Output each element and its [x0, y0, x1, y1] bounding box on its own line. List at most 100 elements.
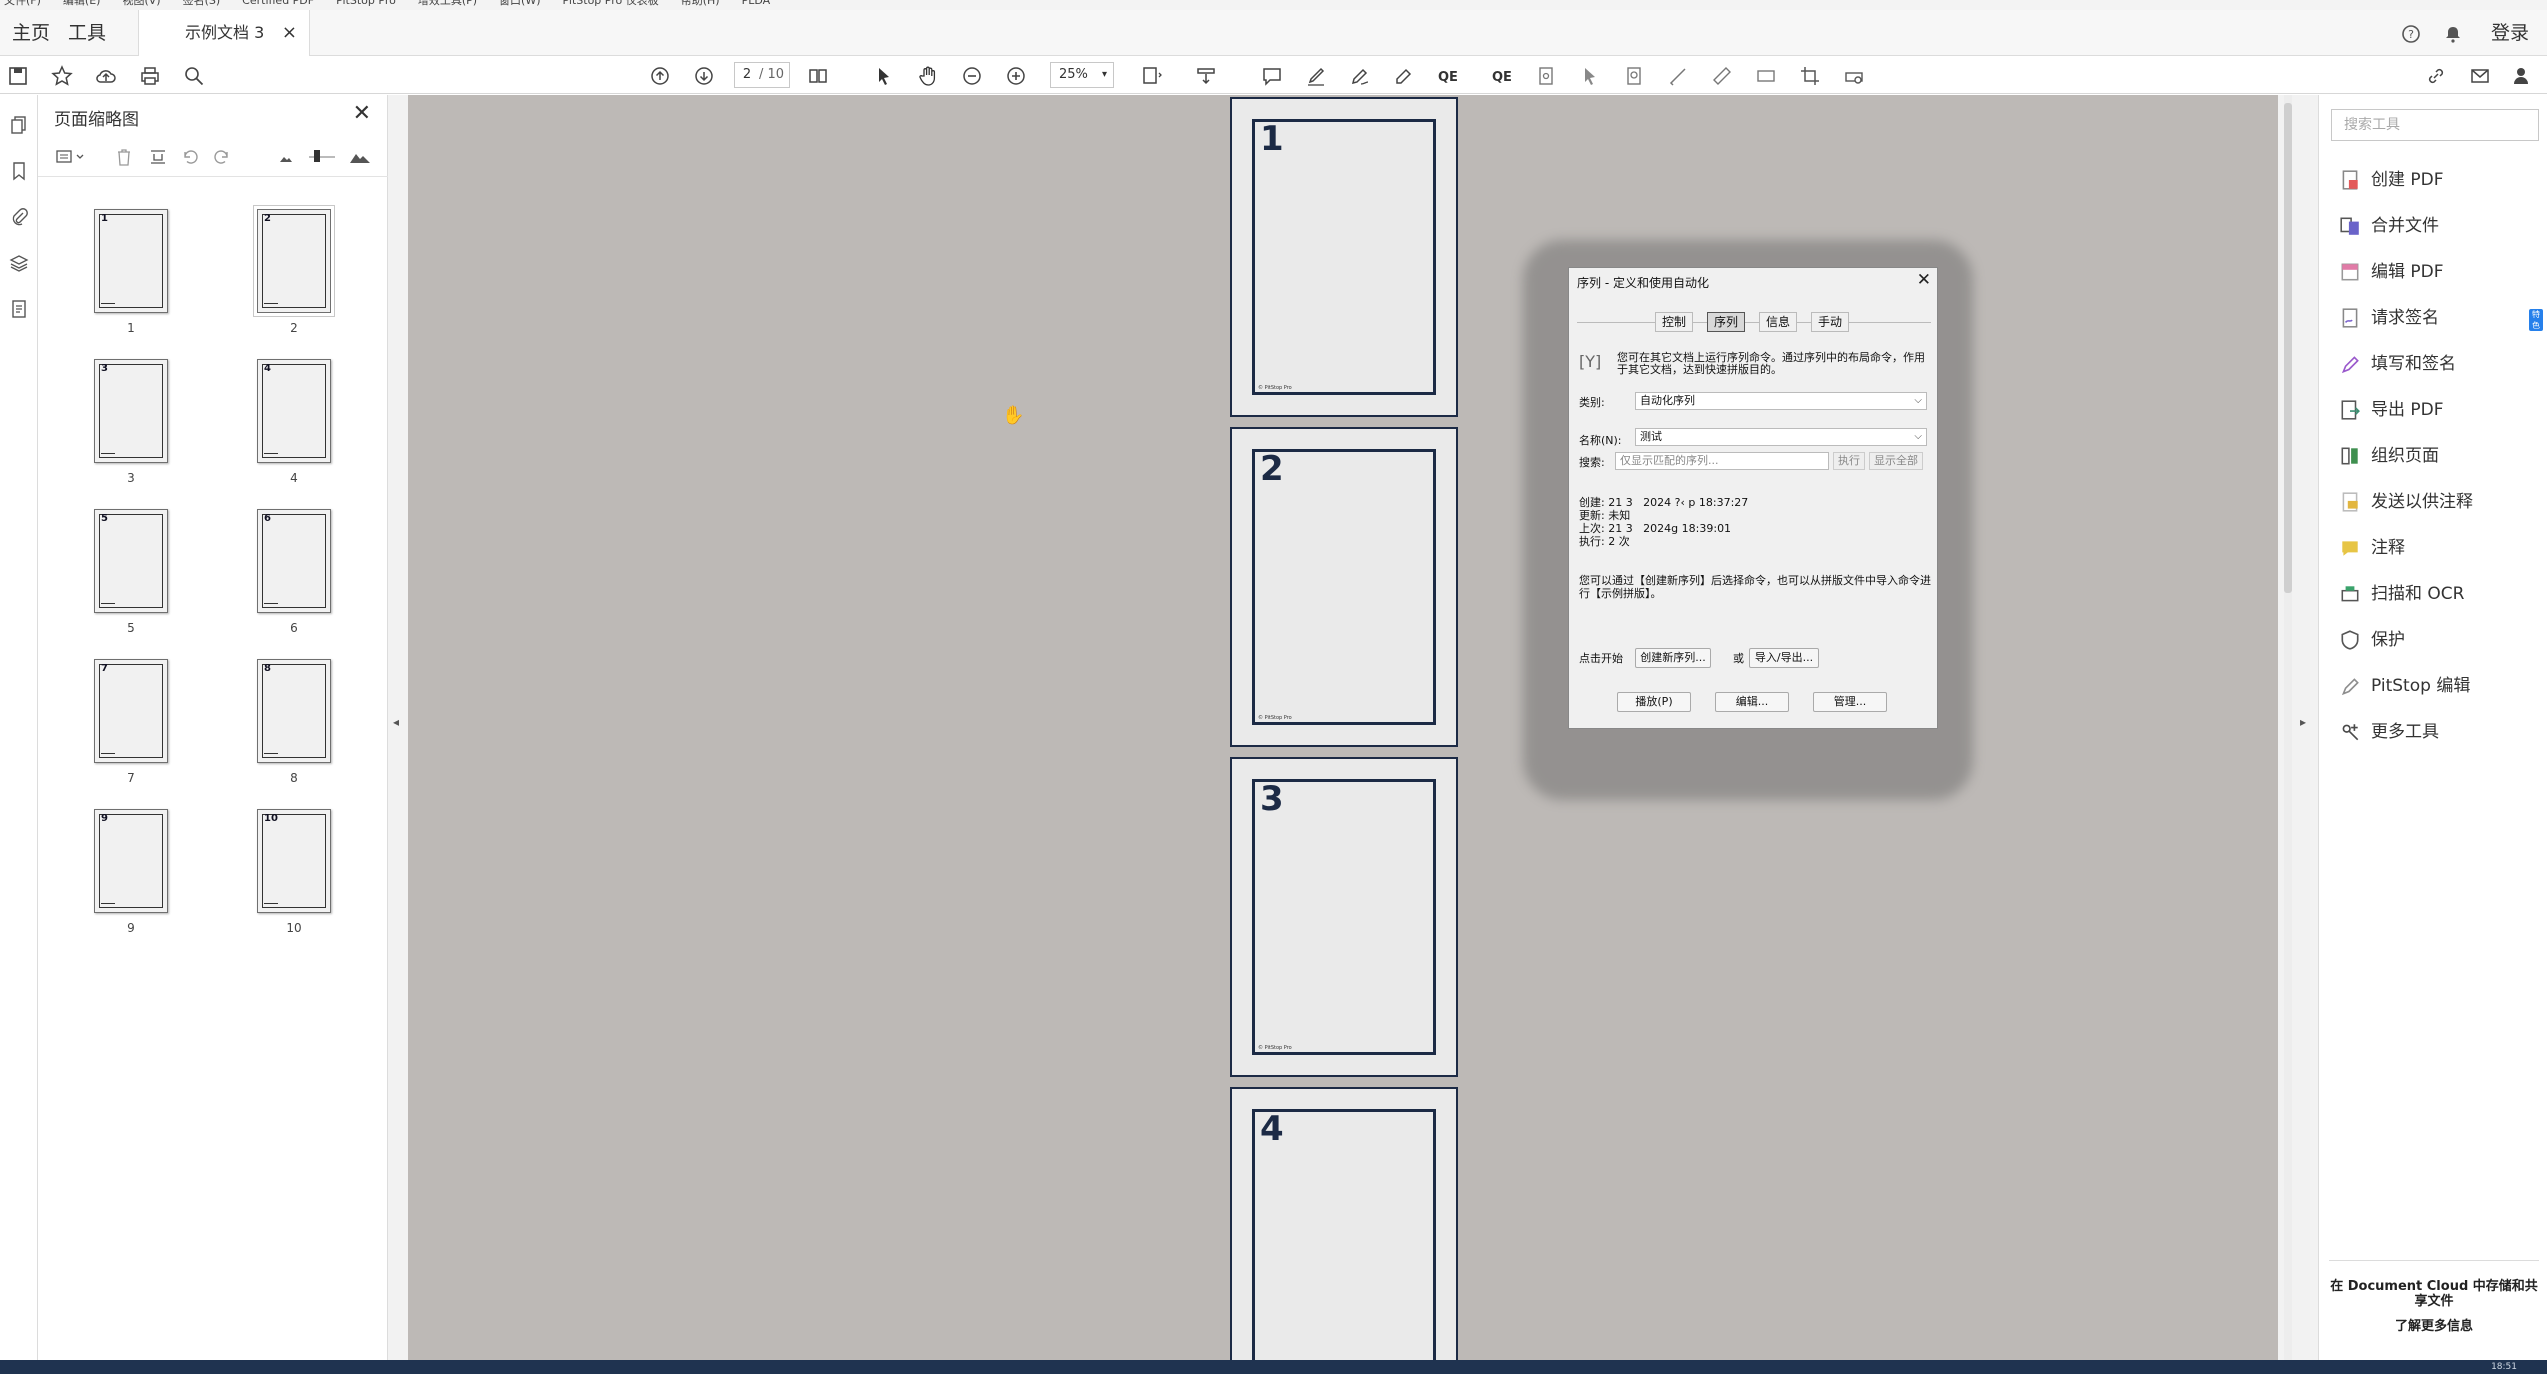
left-panel-collapse-handle[interactable]: ◂ [388, 95, 408, 1360]
right-panel-collapse-handle[interactable]: ▸ [2278, 95, 2318, 1360]
crop-page-icon[interactable] [1798, 64, 1822, 88]
delete-page-icon[interactable] [112, 145, 136, 169]
tool-fill-sign[interactable]: 填写和签名 [2339, 349, 2539, 379]
ruler-icon[interactable] [1710, 64, 1734, 88]
rotate-right-icon[interactable] [210, 145, 234, 169]
bookmark-icon[interactable] [7, 159, 31, 183]
knife-tool-icon[interactable] [1666, 64, 1690, 88]
run-button[interactable]: 执行 [1833, 452, 1865, 470]
login-link[interactable]: 登录 [2491, 10, 2529, 56]
rotate-left-icon[interactable] [178, 145, 202, 169]
highlight-pen-icon[interactable] [1304, 64, 1328, 88]
page-thumbnail[interactable]: 66 [257, 509, 331, 635]
page-thumbnails-icon[interactable] [7, 113, 31, 137]
tab-home[interactable]: 主页 [12, 10, 50, 56]
tool-create-pdf[interactable]: 创建 PDF [2339, 165, 2539, 195]
layers-icon[interactable] [7, 251, 31, 275]
zoom-in-icon[interactable] [1004, 64, 1028, 88]
document-page[interactable]: 3 © PitStop Pro [1230, 757, 1458, 1077]
zoom-out-icon[interactable] [960, 64, 984, 88]
menu-item[interactable]: PitStop Pro 仪表板 [563, 0, 659, 10]
bell-icon[interactable] [2442, 23, 2464, 45]
hand-tool-icon[interactable] [916, 64, 940, 88]
share-link-icon[interactable] [2424, 64, 2448, 88]
dialog-tab-sequence[interactable]: 序列 [1707, 312, 1746, 332]
comment-icon[interactable] [1260, 64, 1284, 88]
tool-scan-ocr[interactable]: 扫描和 OCR [2339, 579, 2539, 609]
page-thumbnail[interactable]: 99 [94, 809, 168, 935]
scroll-mode-icon[interactable] [1194, 64, 1218, 88]
rectangle-tool-icon[interactable] [1754, 64, 1778, 88]
document-canvas[interactable]: 1 © PitStop Pro 2 © PitStop Pro 3 © PitStop P… [408, 95, 2278, 1360]
document-page[interactable]: 4© PitStop Pro [1230, 1087, 1458, 1360]
manage-button[interactable]: 管理... [1813, 692, 1887, 712]
menu-item[interactable]: PLDA [742, 0, 771, 10]
tool-organize-pages[interactable]: 组织页面 [2339, 441, 2539, 471]
menu-item[interactable]: 窗口(W) [499, 0, 540, 10]
share-user-icon[interactable] [2510, 64, 2534, 88]
menu-item[interactable]: 编辑(E) [63, 0, 101, 10]
select-arrow-icon[interactable] [872, 64, 896, 88]
name-select[interactable]: 测试 ⌵ [1635, 428, 1927, 446]
thumbnail-large-icon[interactable] [348, 145, 372, 169]
menu-item[interactable]: PitStop Pro [336, 0, 396, 10]
page-thumbnail[interactable]: 33 [94, 359, 168, 485]
thumbnail-small-icon[interactable] [274, 145, 298, 169]
object-select-icon[interactable] [1578, 64, 1602, 88]
tab-tools[interactable]: 工具 [68, 10, 106, 56]
tool-send-comment[interactable]: 发送以供注释 [2339, 487, 2539, 517]
page-thumbnail[interactable]: 77 [94, 659, 168, 785]
page-layout-icon[interactable] [806, 64, 830, 88]
menu-item[interactable]: 增效工具(P) [418, 0, 477, 10]
print-icon[interactable] [138, 64, 162, 88]
draw-icon[interactable] [1348, 64, 1372, 88]
next-page-icon[interactable] [692, 64, 716, 88]
menu-item[interactable]: 帮助(H) [681, 0, 720, 10]
fit-page-icon[interactable] [1140, 64, 1164, 88]
learn-more-link[interactable]: 了解更多信息 [2329, 1319, 2539, 1334]
attachment-icon[interactable] [7, 205, 31, 229]
tool-more-tools[interactable]: 更多工具 [2339, 717, 2539, 747]
page-inspect-icon[interactable] [1622, 64, 1646, 88]
tab-document[interactable]: 示例文档 3 × [138, 10, 310, 56]
help-icon[interactable]: ? [2400, 23, 2422, 45]
category-select[interactable]: 自动化序列 ⌵ [1635, 392, 1927, 410]
close-tab-icon[interactable]: × [282, 10, 297, 56]
menu-item[interactable]: 文件(F) [4, 0, 41, 10]
close-panel-icon[interactable]: ✕ [353, 101, 371, 126]
dialog-close-icon[interactable]: ✕ [1917, 270, 1931, 290]
document-info-icon[interactable] [7, 297, 31, 321]
zoom-level-select[interactable]: 25% ▾ [1050, 62, 1114, 88]
document-settings-icon[interactable] [1534, 64, 1558, 88]
sequence-search-input[interactable]: 仅显示匹配的序列... [1615, 452, 1829, 470]
play-button[interactable]: 播放(P) [1617, 692, 1691, 712]
page-thumbnail[interactable]: 44 [257, 359, 331, 485]
thumbnail-size-slider[interactable] [304, 145, 340, 169]
page-thumbnail[interactable]: 10 10 [257, 809, 331, 935]
create-sequence-button[interactable]: 创建新序列... [1635, 648, 1711, 668]
vertical-scrollbar[interactable] [2284, 95, 2292, 1360]
show-all-button[interactable]: 显示全部 [1869, 452, 1923, 470]
tools-search-input[interactable]: 搜索工具 [2331, 109, 2539, 141]
pitstop-qe-icon[interactable]: QE [1490, 64, 1514, 88]
menu-item[interactable]: 签名(S) [183, 0, 221, 10]
insert-page-icon[interactable] [146, 145, 170, 169]
edit-button[interactable]: 编辑... [1715, 692, 1789, 712]
dialog-tab-control[interactable]: 控制 [1655, 312, 1694, 332]
email-icon[interactable] [2468, 64, 2492, 88]
tool-export-pdf[interactable]: 导出 PDF [2339, 395, 2539, 425]
tool-edit-pdf[interactable]: 编辑 PDF [2339, 257, 2539, 287]
menu-item[interactable]: 视图(V) [122, 0, 160, 10]
tool-comment[interactable]: 注释 [2339, 533, 2539, 563]
tool-request-signature[interactable]: 请求签名 特色 [2339, 303, 2543, 333]
pitstop-inspector-icon[interactable]: QE [1436, 64, 1460, 88]
page-thumbnail[interactable]: 11 [94, 209, 168, 335]
tool-pitstop-edit[interactable]: PitStop 编辑 [2339, 671, 2539, 701]
document-page[interactable]: 1 © PitStop Pro [1230, 97, 1458, 417]
tool-protect[interactable]: 保护 [2339, 625, 2539, 655]
page-thumbnail[interactable]: 22 [254, 206, 334, 335]
prev-page-icon[interactable] [648, 64, 672, 88]
save-icon[interactable] [6, 64, 30, 88]
dialog-tab-info[interactable]: 信息 [1759, 312, 1798, 332]
upload-cloud-icon[interactable] [94, 64, 118, 88]
